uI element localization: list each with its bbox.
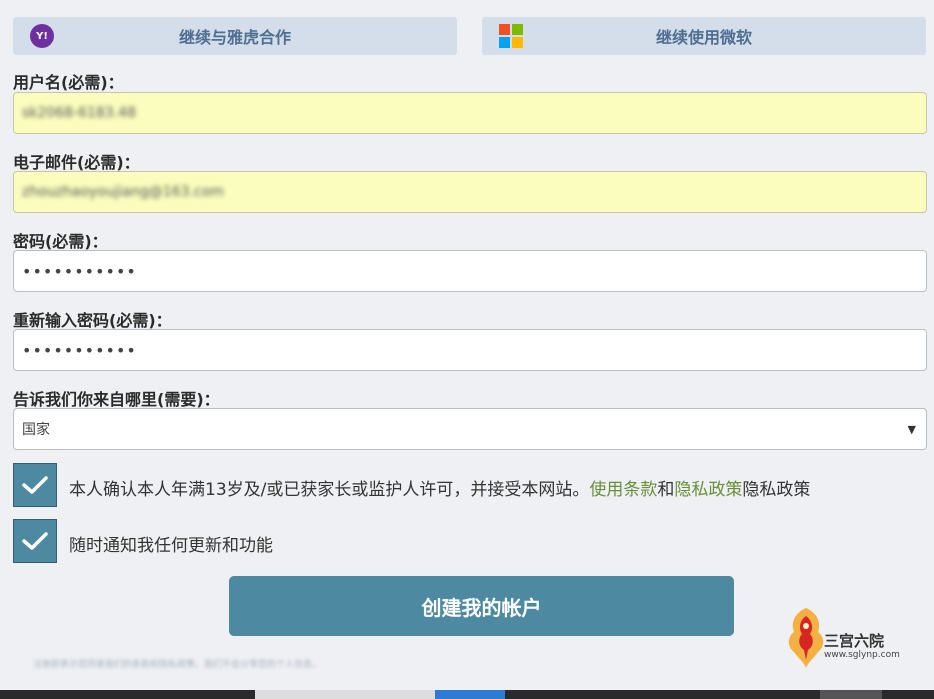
consent-text: 本人确认本人年满13岁及/或已获家长或监护人许可，并接受本网站。使用条款和隐私政… [69,475,810,500]
password-input[interactable]: ••••••••••• [13,250,927,292]
footer-disclaimer: 注册即表示您同意我们的条款和隐私政策。我们不会分享您的个人信息。 [33,660,322,670]
confirm-password-input[interactable]: ••••••••••• [13,329,927,371]
confirm-password-value: ••••••••••• [22,340,137,360]
yahoo-icon: Y! [30,24,54,48]
country-select[interactable]: 国家 ▼ [13,408,927,450]
site-watermark: 三宫六院 www.sglynp.com [782,602,912,672]
email-input[interactable]: zhouzhaoyoujiang@163.com [13,171,927,213]
checkmark-icon [22,476,48,494]
consent-text-before: 本人确认本人年满13岁及/或已获家长或监护人许可，并接受本网站。 [69,480,590,500]
yahoo-button-label: 继续与雅虎合作 [178,28,291,47]
email-label: 电子邮件(必需)： [13,153,140,172]
country-label: 告诉我们你来自哪里(需要)： [13,390,220,409]
microsoft-button-label: 继续使用微软 [655,28,752,47]
phoenix-logo-icon [788,608,824,668]
taskbar-item[interactable] [820,690,882,699]
microsoft-icon [499,24,523,48]
notify-text: 随时通知我任何更新和功能 [69,536,273,556]
consent-text-after: 隐私政策 [742,480,811,500]
password-label: 密码(必需)： [13,232,108,251]
confirm-password-label: 重新输入密码(必需)： [13,311,172,330]
username-value: sk2068-6183.48 [22,105,136,121]
privacy-policy-link[interactable]: 隐私政策 [674,480,742,500]
email-value: zhouzhaoyoujiang@163.com [22,184,224,200]
create-account-button[interactable]: 创建我的帐户 [229,576,734,636]
consent-checkbox[interactable] [13,463,57,507]
taskbar [0,690,934,699]
create-account-label: 创建我的帐户 [421,595,542,620]
taskbar-item-active[interactable] [435,690,505,699]
notify-checkbox[interactable] [13,519,57,563]
continue-with-yahoo-button[interactable]: Y! 继续与雅虎合作 [13,17,457,55]
username-input[interactable]: sk2068-6183.48 [13,92,927,134]
password-value: ••••••••••• [22,261,137,281]
consent-and-text: 和 [657,480,675,500]
terms-of-use-link[interactable]: 使用条款 [589,480,657,500]
watermark-url: www.sglynp.com [824,650,900,660]
watermark-name: 三宫六院 [824,632,885,650]
taskbar-item[interactable] [255,690,435,699]
country-selected-value: 国家 [22,422,50,438]
dropdown-arrow-icon: ▼ [907,422,916,436]
username-label: 用户名(必需)： [13,73,124,92]
checkmark-icon [22,532,48,550]
continue-with-microsoft-button[interactable]: 继续使用微软 [482,17,926,55]
